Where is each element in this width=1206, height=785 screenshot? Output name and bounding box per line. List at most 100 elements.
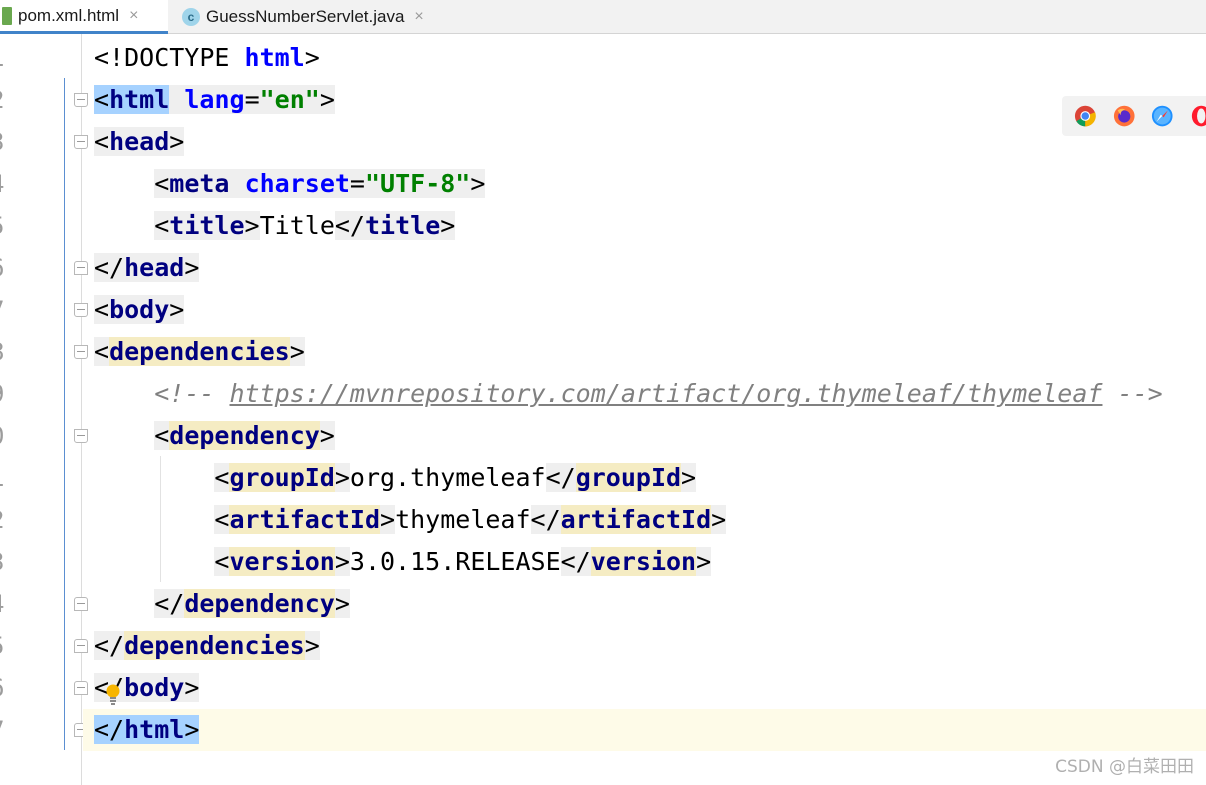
- doctype-close: >: [304, 43, 320, 72]
- line-number: 6: [0, 247, 20, 289]
- open-in-browser-toolbar: [1062, 96, 1206, 136]
- code-line-16[interactable]: </body>: [83, 667, 1206, 709]
- tab-guess-number-servlet[interactable]: c GuessNumberServlet.java ×: [182, 0, 462, 33]
- comment-open: <!--: [154, 379, 230, 408]
- line-number: 0: [0, 415, 20, 457]
- version-open-tag: version: [229, 547, 335, 576]
- tag-bracket: >: [681, 463, 697, 492]
- comment-close: -->: [1102, 379, 1163, 408]
- version-value: 3.0.15.RELEASE: [349, 547, 561, 576]
- artifactid-value: thymeleaf: [395, 505, 531, 534]
- code-line-10[interactable]: <dependency>: [83, 415, 1206, 457]
- tag-bracket: <: [154, 169, 170, 198]
- lang-attribute: lang: [184, 85, 245, 114]
- tag-bracket: <: [94, 127, 110, 156]
- tag-bracket: </: [560, 547, 591, 576]
- tag-bracket: </: [334, 211, 365, 240]
- dependency-open-tag: dependency: [169, 421, 320, 450]
- code-line-4[interactable]: <meta charset="UTF-8">: [83, 163, 1206, 205]
- line-number: 1: [0, 37, 20, 79]
- code-line-13[interactable]: <version>3.0.15.RELEASE</version>: [83, 541, 1206, 583]
- opera-icon[interactable]: [1190, 104, 1206, 128]
- tag-bracket: <: [154, 211, 170, 240]
- tag-bracket: <: [154, 421, 170, 450]
- artifactid-close-tag: artifactId: [560, 505, 712, 534]
- charset-value: "UTF-8": [364, 169, 471, 198]
- code-line-3[interactable]: <head>: [83, 121, 1206, 163]
- code-line-12[interactable]: <artifactId>thymeleaf</artifactId>: [83, 499, 1206, 541]
- comment-link[interactable]: https://mvnrepository.com/artifact/org.t…: [229, 379, 1102, 408]
- code-editor[interactable]: <!DOCTYPE html> <html lang="en"> <head> …: [83, 34, 1206, 785]
- code-line-2[interactable]: <html lang="en">: [83, 79, 1206, 121]
- watermark: CSDN @白菜田田: [1055, 757, 1194, 777]
- code-line-15[interactable]: </dependencies>: [83, 625, 1206, 667]
- tag-bracket: >: [184, 715, 200, 744]
- head-open-tag: head: [109, 127, 170, 156]
- groupid-close-tag: groupId: [575, 463, 682, 492]
- code-line-11[interactable]: <groupId>org.thymeleaf</groupId>: [83, 457, 1206, 499]
- tab-label: GuessNumberServlet.java: [206, 6, 405, 26]
- code-line-1[interactable]: <!DOCTYPE html>: [83, 37, 1206, 79]
- tag-bracket: >: [184, 253, 200, 282]
- tab-label: pom.xml.html: [18, 5, 120, 25]
- tag-bracket: <: [94, 85, 110, 114]
- html-open-tag: html: [109, 85, 170, 114]
- code-line-8[interactable]: <dependencies>: [83, 331, 1206, 373]
- close-tab-icon[interactable]: ×: [414, 8, 423, 26]
- tag-bracket: </: [154, 589, 185, 618]
- artifactid-open-tag: artifactId: [229, 505, 380, 534]
- line-number: 7: [0, 709, 20, 751]
- java-class-icon: c: [182, 7, 200, 26]
- line-number: 3: [0, 121, 20, 163]
- xml-file-icon: [2, 6, 12, 25]
- code-line-17[interactable]: </html>: [83, 709, 1206, 751]
- code-line-5[interactable]: <title>Title</title>: [83, 205, 1206, 247]
- equals: =: [349, 169, 365, 198]
- tag-bracket: >: [380, 505, 396, 534]
- dependencies-close-tag: dependencies: [124, 631, 305, 660]
- tag-bracket: >: [319, 421, 335, 450]
- close-tab-icon[interactable]: ×: [129, 7, 138, 25]
- tag-bracket: </: [530, 505, 561, 534]
- tag-bracket: >: [696, 547, 712, 576]
- code-line-14[interactable]: </dependency>: [83, 583, 1206, 625]
- head-close-tag: head: [124, 253, 185, 282]
- line-number: 8: [0, 331, 20, 373]
- tag-bracket: >: [334, 589, 350, 618]
- line-number: 5: [0, 205, 20, 247]
- dependencies-open-tag: dependencies: [109, 337, 290, 366]
- tag-bracket: </: [94, 253, 125, 282]
- tag-bracket: >: [470, 169, 486, 198]
- firefox-icon[interactable]: [1113, 104, 1136, 128]
- line-number: 2: [0, 499, 20, 541]
- line-number: 1: [0, 457, 20, 499]
- line-number: 2: [0, 79, 20, 121]
- title-close-tag: title: [364, 211, 441, 240]
- groupid-open-tag: groupId: [229, 463, 335, 492]
- dependency-close-tag: dependency: [184, 589, 335, 618]
- charset-attribute: charset: [244, 169, 350, 198]
- chrome-icon[interactable]: [1074, 104, 1097, 128]
- code-line-7[interactable]: <body>: [83, 289, 1206, 331]
- tag-bracket: >: [319, 85, 335, 114]
- safari-icon[interactable]: [1151, 104, 1174, 128]
- lightbulb-icon[interactable]: [105, 683, 121, 707]
- line-number: 3: [0, 541, 20, 583]
- code-line-6[interactable]: </head>: [83, 247, 1206, 289]
- tab-pom-xml-html[interactable]: pom.xml.html ×: [0, 0, 168, 34]
- tag-bracket: </: [94, 715, 125, 744]
- tag-bracket: >: [304, 631, 320, 660]
- tag-bracket: <: [214, 505, 230, 534]
- code-line-9[interactable]: <!-- https://mvnrepository.com/artifact/…: [83, 373, 1206, 415]
- line-number: 4: [0, 163, 20, 205]
- doctype-open: <!DOCTYPE: [94, 43, 245, 72]
- line-number-gutter[interactable]: 1 2 3 4 5 6 7 8 9 0 1 2 3 4 5 6 7: [0, 34, 88, 785]
- editor-tab-bar: pom.xml.html × c GuessNumberServlet.java…: [0, 0, 1206, 34]
